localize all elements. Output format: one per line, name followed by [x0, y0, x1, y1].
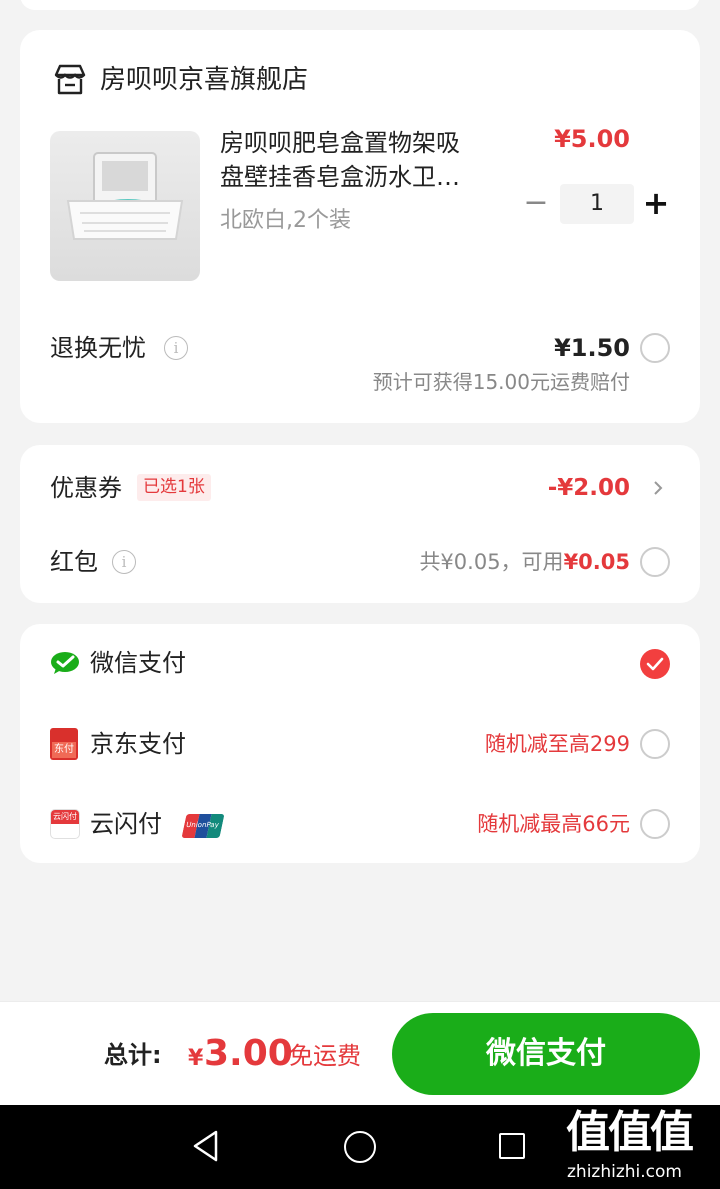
redpacket-available: ¥0.05 [563, 550, 630, 574]
return-service-note: 预计可获得15.00元运费赔付 [372, 370, 630, 394]
discount-card: 优惠券 已选1张 -¥2.00 红包 i 共¥0.05，可用¥0.05 [20, 445, 700, 603]
decrease-button[interactable]: − [518, 184, 554, 224]
yunshanfu-icon: 云闪付 [50, 809, 80, 839]
jd-pay-icon-text: 东付 [52, 742, 76, 758]
product-title-line1: 房呗呗肥皂盒置物架吸 [220, 129, 460, 157]
total-value: 3.00 [204, 1033, 293, 1074]
total-currency: ¥ [188, 1046, 204, 1071]
redpacket-label: 红包 [50, 548, 98, 576]
coupon-badge: 已选1张 [137, 474, 211, 501]
back-icon[interactable] [190, 1129, 222, 1163]
coupon-label[interactable]: 优惠券 [50, 471, 122, 505]
store-icon [53, 63, 87, 97]
payment-promo: 随机减最高66元 [477, 812, 630, 836]
previous-card [20, 0, 700, 10]
payment-card: 微信支付 东付 京东支付 随机减至高299 云闪付 云闪付 UnionPay 随… [20, 624, 700, 863]
recents-icon[interactable] [499, 1133, 525, 1159]
wechat-pay-icon [50, 650, 80, 676]
yunshanfu-icon-text: 云闪付 [51, 810, 79, 824]
payment-option-yunshanfu[interactable]: 云闪付 云闪付 UnionPay 随机减最高66元 [20, 784, 700, 864]
product-image[interactable] [50, 131, 200, 281]
product-title[interactable]: 房呗呗肥皂盒置物架吸 盘壁挂香皂盒沥水卫… [220, 126, 510, 194]
payment-option-jd[interactable]: 东付 京东支付 随机减至高299 [20, 704, 700, 784]
payment-radio[interactable] [640, 809, 670, 839]
payment-radio-selected[interactable] [640, 649, 670, 679]
shipping-label: 免运费 [289, 1042, 361, 1070]
redpacket-amount: 共¥0.05，可用¥0.05 [419, 546, 630, 578]
store-name[interactable]: 房呗呗京喜旗舰店 [100, 63, 308, 97]
unionpay-text: UnionPay [185, 821, 220, 829]
payment-label: 云闪付 [90, 810, 162, 838]
quantity-stepper: − 1 + [518, 184, 678, 224]
store-card: 房呗呗京喜旗舰店 房呗呗肥皂盒置物架吸 盘壁挂香皂盒沥水卫… 北欧白,2个装 ¥… [20, 30, 700, 423]
payment-label: 微信支付 [90, 649, 186, 677]
return-service-checkbox[interactable] [640, 333, 670, 363]
total-label: 总计: [104, 1041, 162, 1069]
info-icon[interactable]: i [164, 336, 188, 360]
info-icon[interactable]: i [112, 550, 136, 574]
system-nav-bar: 值值值 zhizhizhi.com [0, 1105, 720, 1189]
home-icon[interactable] [344, 1131, 376, 1163]
product-title-line2: 盘壁挂香皂盒沥水卫… [220, 163, 460, 191]
chevron-right-icon[interactable] [648, 476, 668, 500]
return-service-label: 退换无忧 [50, 334, 146, 362]
unionpay-icon: UnionPay [181, 814, 225, 838]
product-spec[interactable]: 北欧白,2个装 [220, 205, 351, 237]
watermark-logo: 值值值 [566, 1107, 694, 1158]
return-service-price: ¥1.50 [554, 334, 630, 362]
payment-option-wechat[interactable]: 微信支付 [20, 624, 700, 704]
increase-button[interactable]: + [638, 184, 674, 224]
payment-radio[interactable] [640, 729, 670, 759]
redpacket-total: 共¥0.05，可用 [419, 550, 564, 574]
product-price: ¥5.00 [554, 125, 630, 153]
checkout-footer: 总计: ¥ 3.00 免运费 微信支付 [0, 1001, 720, 1105]
jd-pay-icon: 东付 [50, 728, 78, 760]
redpacket-checkbox[interactable] [640, 547, 670, 577]
watermark-site: zhizhizhi.com [567, 1162, 682, 1182]
pay-button[interactable]: 微信支付 [392, 1013, 700, 1095]
payment-promo: 随机减至高299 [484, 732, 630, 756]
coupon-value[interactable]: -¥2.00 [548, 471, 630, 505]
payment-label: 京东支付 [90, 730, 186, 758]
quantity-input[interactable]: 1 [560, 184, 634, 224]
